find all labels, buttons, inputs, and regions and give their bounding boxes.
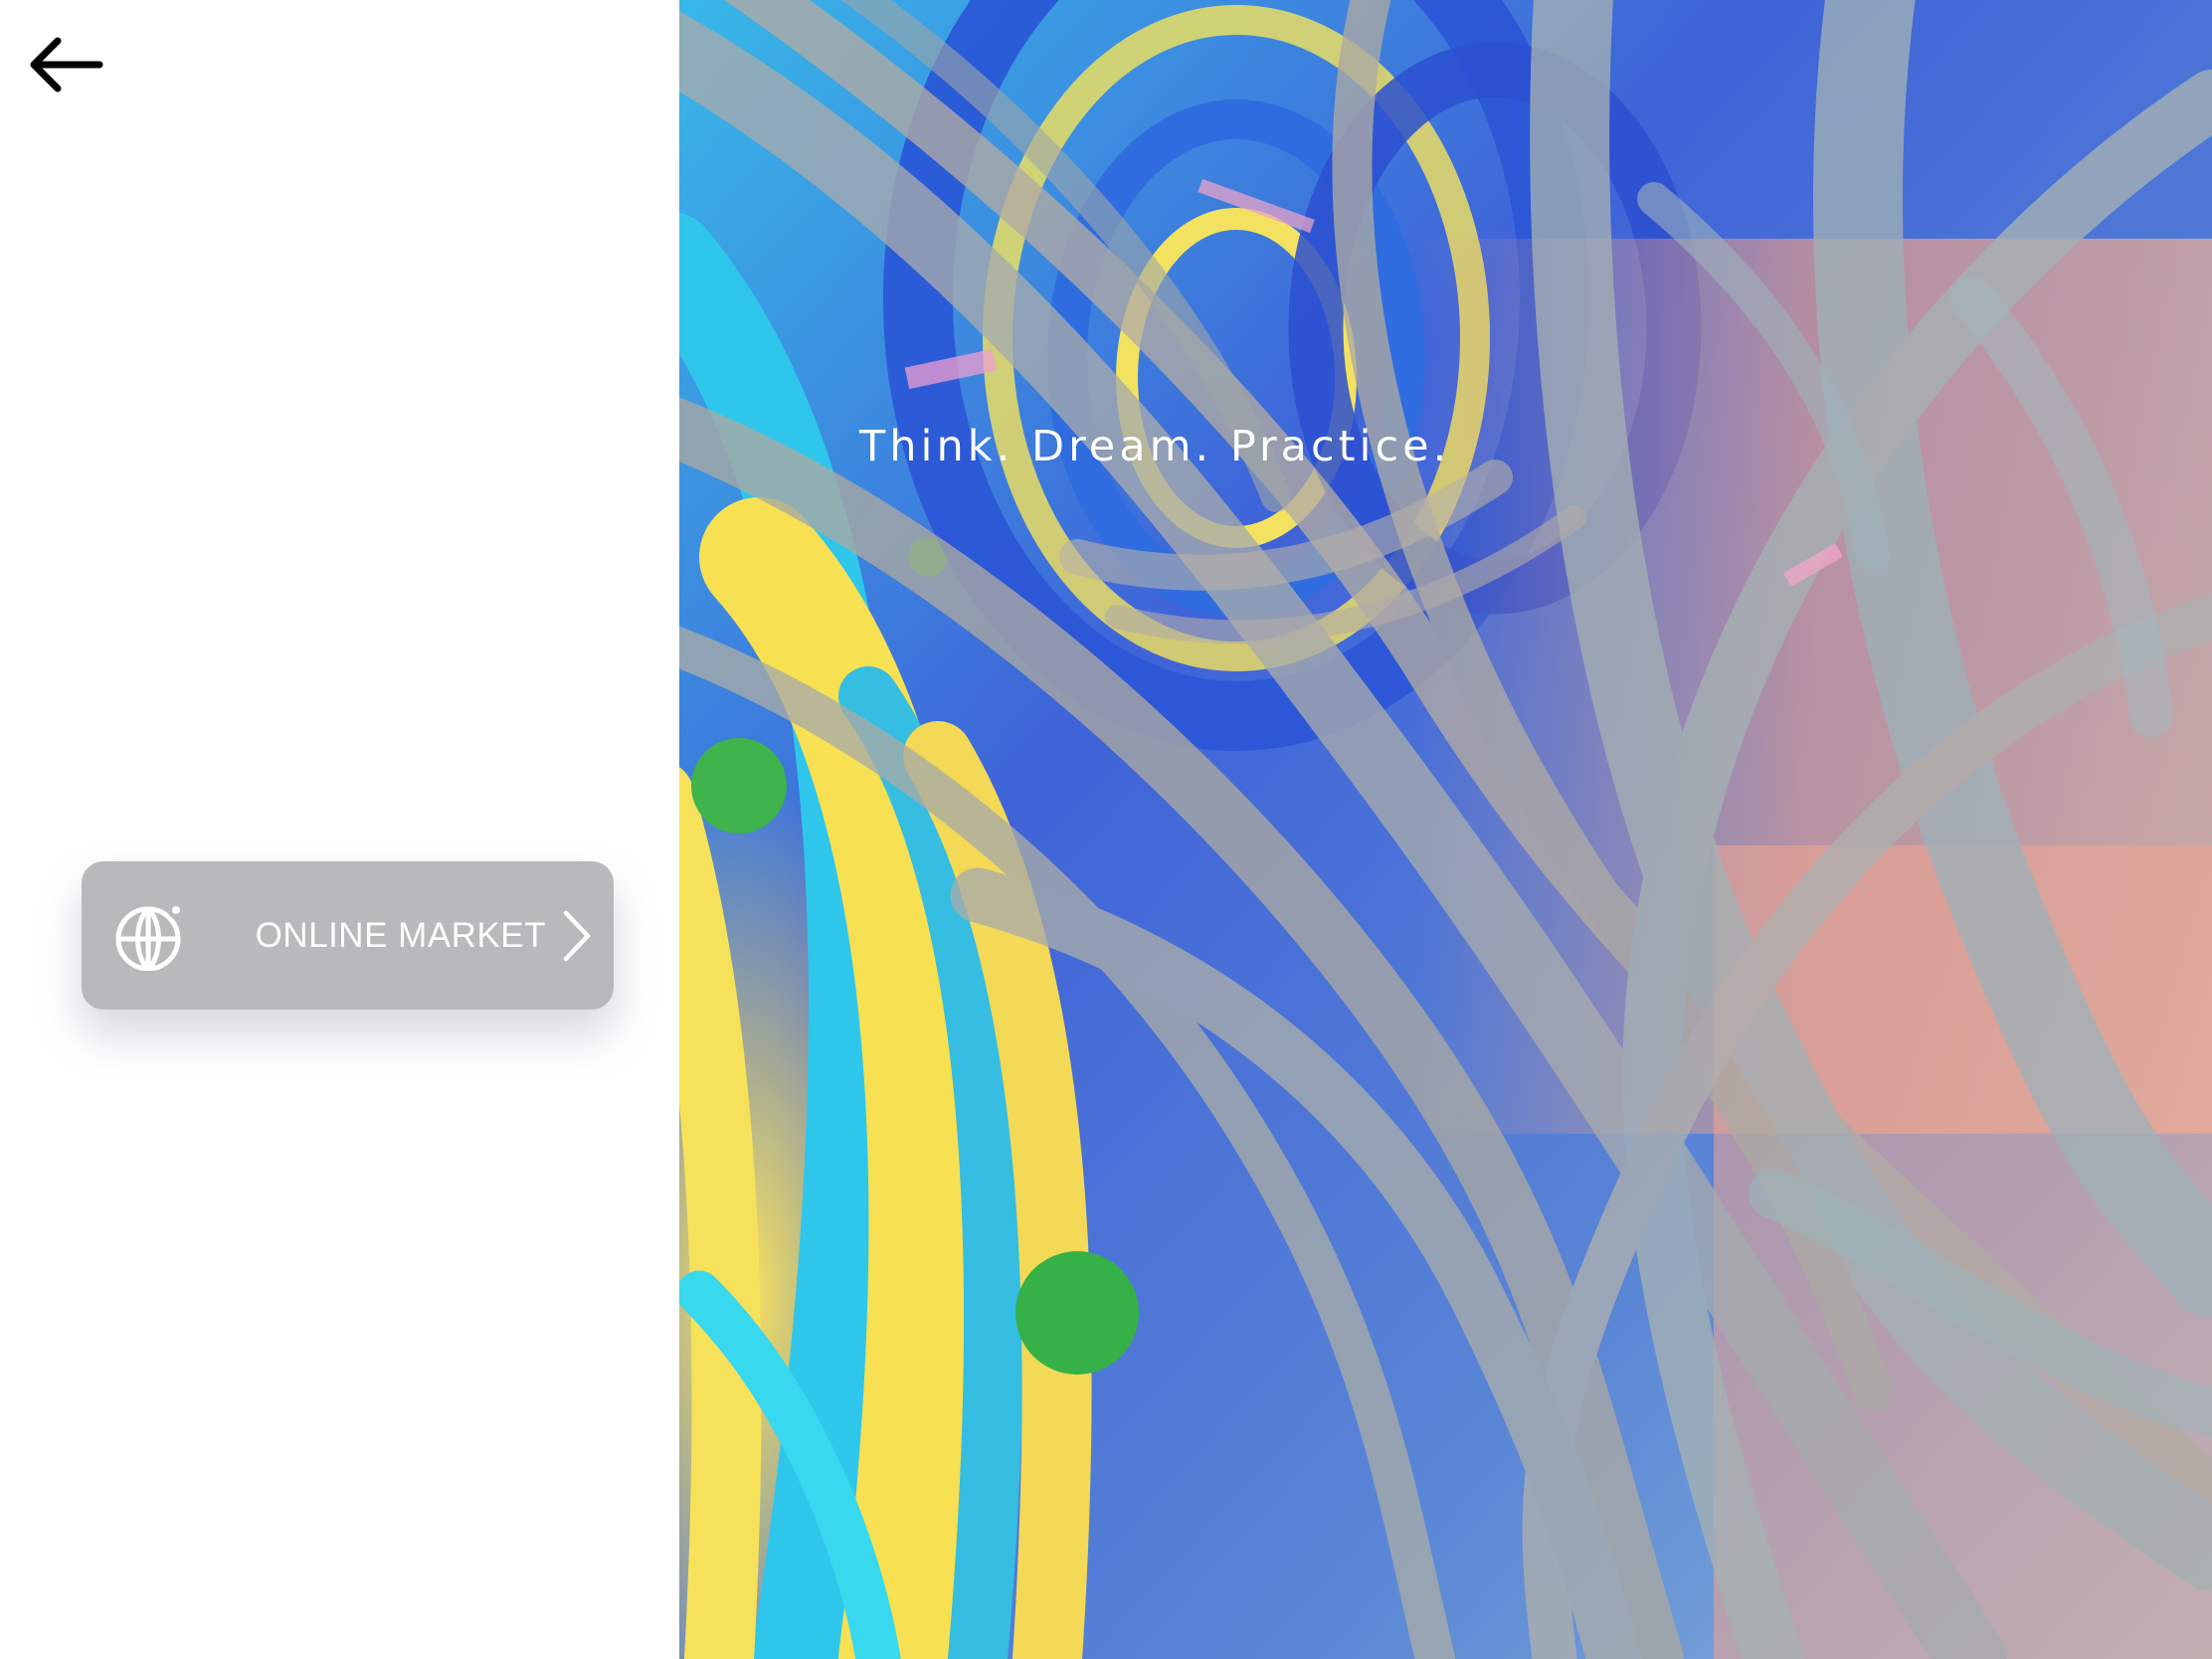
left-panel: ONLINE MARKET bbox=[0, 0, 679, 1659]
abstract-swirl-image bbox=[679, 0, 2212, 1659]
globe-icon bbox=[115, 903, 184, 971]
hero-artwork bbox=[679, 0, 2212, 1659]
chevron-right-icon bbox=[563, 910, 591, 962]
arrow-left-icon bbox=[30, 37, 103, 92]
page: ONLINE MARKET Think. Dream. Practice. bbox=[0, 0, 2212, 1659]
back-button[interactable] bbox=[22, 30, 107, 99]
online-market-label: ONLINE MARKET bbox=[255, 916, 546, 955]
online-market-button[interactable]: ONLINE MARKET bbox=[82, 861, 614, 1010]
hero-tagline: Think. Dream. Practice. bbox=[859, 422, 1451, 471]
